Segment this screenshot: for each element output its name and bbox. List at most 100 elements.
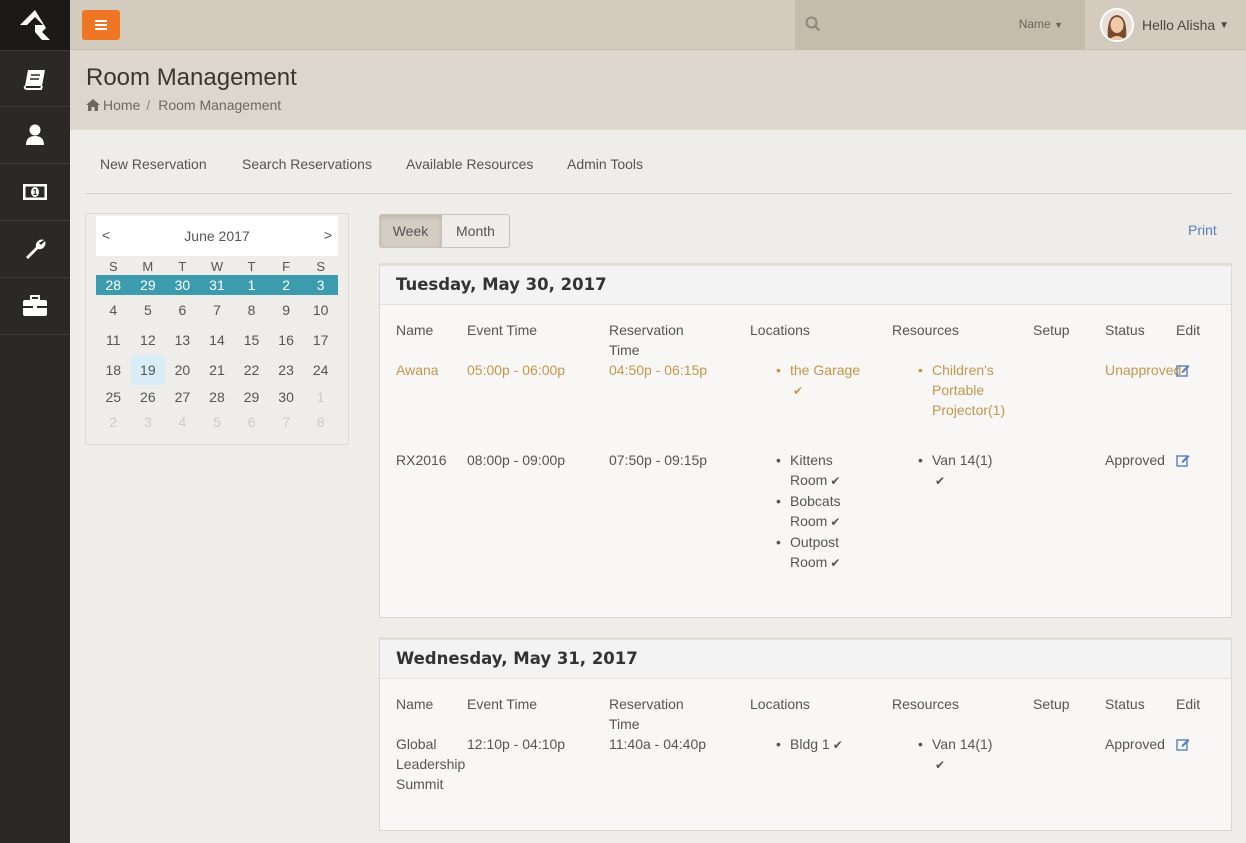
location-item: Outpost Room✔: [772, 532, 852, 573]
reservation-name[interactable]: RX2016: [396, 450, 447, 470]
check-icon: ✔: [935, 758, 946, 772]
calendar-day[interactable]: 11: [96, 325, 131, 355]
money-icon: 1: [23, 184, 47, 200]
check-icon: ✔: [793, 384, 804, 398]
user-menu[interactable]: Hello Alisha ▼: [1100, 8, 1229, 42]
calendar-day[interactable]: 6: [165, 295, 200, 325]
calendar-day[interactable]: 26: [131, 385, 166, 410]
logo-icon: [20, 10, 50, 40]
sidebar-item-tools[interactable]: [0, 221, 70, 278]
calendar-grid: S M T W T F S 28 29 30 31 1 2 3 4 5 6 7 …: [96, 258, 338, 435]
calendar-day[interactable]: 9: [269, 295, 304, 325]
caret-down-icon: ▼: [1054, 20, 1063, 30]
edit-icon[interactable]: [1176, 737, 1190, 751]
calendar-weekday-row: S M T W T F S: [96, 258, 338, 275]
sidebar-item-finance[interactable]: 1: [0, 164, 70, 221]
tab-available-resources[interactable]: Available Resources: [406, 156, 533, 172]
rock-logo[interactable]: [0, 0, 70, 50]
calendar-day[interactable]: 28: [200, 385, 235, 410]
calendar-day[interactable]: 17: [303, 325, 338, 355]
weekday-label: T: [178, 259, 187, 274]
resource-item: Children's Portable Projector(1): [914, 360, 1014, 420]
page-title: Room Management: [86, 64, 297, 91]
location-label: Bldg 1: [790, 736, 830, 752]
print-link[interactable]: Print: [1188, 222, 1217, 238]
resource-label: Van 14(1): [932, 736, 993, 752]
edit-icon[interactable]: [1176, 453, 1190, 467]
calendar-day[interactable]: 24: [303, 355, 338, 385]
tab-search-reservations[interactable]: Search Reservations: [242, 156, 372, 172]
column-header-status: Status: [1105, 696, 1145, 712]
sidebar-item-book[interactable]: [0, 50, 70, 107]
column-header-locations: Locations: [750, 322, 810, 338]
week-view-button[interactable]: Week: [379, 214, 442, 248]
calendar-day[interactable]: 14: [200, 325, 235, 355]
calendar-day[interactable]: 29: [234, 385, 269, 410]
calendar-day[interactable]: 30: [269, 385, 304, 410]
calendar-day[interactable]: 21: [200, 355, 235, 385]
calendar-day[interactable]: 15: [234, 325, 269, 355]
calendar-next-button[interactable]: >: [324, 227, 332, 243]
check-icon: ✔: [830, 474, 841, 488]
calendar-day[interactable]: 20: [165, 355, 200, 385]
calendar-day[interactable]: 12: [131, 325, 166, 355]
calendar-day-other-month[interactable]: 4: [165, 410, 200, 435]
reservation-name[interactable]: Global Leadership Summit: [396, 734, 466, 794]
calendar-day[interactable]: 3: [303, 275, 338, 295]
calendar-day[interactable]: 29: [131, 275, 166, 295]
calendar-day-other-month[interactable]: 8: [303, 410, 338, 435]
reservation-name[interactable]: Awana: [396, 360, 439, 380]
day-panel: Wednesday, May 31, 2017 Name Event Time …: [379, 637, 1232, 831]
tab-new-reservation[interactable]: New Reservation: [100, 156, 207, 172]
calendar-day[interactable]: 22: [234, 355, 269, 385]
menu-toggle-button[interactable]: [82, 10, 120, 40]
column-header-setup: Setup: [1033, 322, 1070, 338]
calendar-day[interactable]: 30: [165, 275, 200, 295]
calendar-day[interactable]: 18: [96, 355, 131, 385]
calendar-day-other-month[interactable]: 7: [269, 410, 304, 435]
calendar-day[interactable]: 1: [234, 275, 269, 295]
calendar-day-other-month[interactable]: 5: [200, 410, 235, 435]
calendar-day[interactable]: 31: [200, 275, 235, 295]
calendar-week: 2 3 4 5 6 7 8: [96, 410, 338, 435]
search-filter-dropdown[interactable]: Name ▼: [1019, 17, 1063, 31]
calendar-day[interactable]: 25: [96, 385, 131, 410]
sub-navigation: New Reservation Search Reservations Avai…: [85, 135, 1231, 194]
calendar-day[interactable]: 2: [269, 275, 304, 295]
calendar-day[interactable]: 23: [269, 355, 304, 385]
calendar-day[interactable]: 28: [96, 275, 131, 295]
calendar-day[interactable]: 16: [269, 325, 304, 355]
calendar-day-other-month[interactable]: 3: [131, 410, 166, 435]
calendar: < June 2017 > S M T W T F S 28 29 30 31 …: [85, 213, 349, 445]
calendar-day[interactable]: 10: [303, 295, 338, 325]
calendar-day-other-month[interactable]: 6: [234, 410, 269, 435]
calendar-day-other-month[interactable]: 2: [96, 410, 131, 435]
column-header-resources: Resources: [892, 322, 959, 338]
column-header-locations: Locations: [750, 696, 810, 712]
edit-icon[interactable]: [1176, 363, 1190, 377]
month-view-button[interactable]: Month: [442, 214, 510, 248]
resources-list: Van 14(1) ✔: [914, 450, 1014, 491]
calendar-month-title[interactable]: June 2017: [96, 228, 338, 244]
day-panel-title: Wednesday, May 31, 2017: [380, 640, 1231, 679]
sidebar-item-person[interactable]: [0, 107, 70, 164]
calendar-day-today[interactable]: 19: [130, 355, 166, 385]
calendar-day[interactable]: 13: [165, 325, 200, 355]
avatar-image: [1102, 10, 1132, 40]
breadcrumb-home[interactable]: Home: [103, 97, 140, 113]
status-badge: Approved: [1105, 736, 1165, 752]
sidebar-item-admin[interactable]: [0, 278, 70, 335]
calendar-day[interactable]: 4: [96, 295, 131, 325]
calendar-day[interactable]: 8: [234, 295, 269, 325]
search-input[interactable]: Name ▼: [795, 0, 1085, 49]
column-header-event-time: Event Time: [467, 696, 538, 712]
calendar-day[interactable]: 5: [131, 295, 166, 325]
calendar-day[interactable]: 7: [200, 295, 235, 325]
calendar-day[interactable]: 27: [165, 385, 200, 410]
calendar-week-selected: 28 29 30 31 1 2 3: [96, 275, 338, 295]
check-icon: ✔: [830, 556, 841, 570]
calendar-day-other-month[interactable]: 1: [303, 385, 338, 410]
status-badge: Approved: [1105, 452, 1165, 468]
tab-admin-tools[interactable]: Admin Tools: [567, 156, 643, 172]
weekday-label: M: [142, 259, 154, 274]
